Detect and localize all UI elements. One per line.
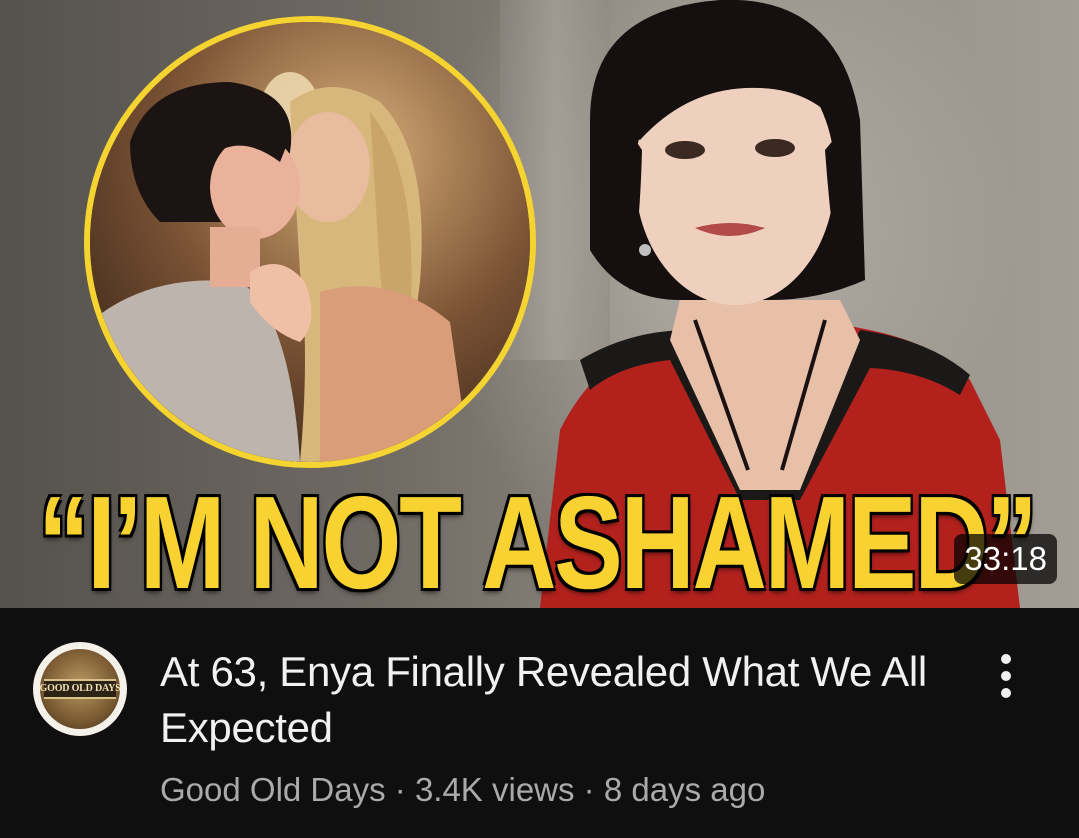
more-options-button[interactable] bbox=[984, 646, 1028, 706]
channel-avatar[interactable]: GOOD OLD DAYS bbox=[33, 642, 127, 736]
video-duration-badge: 33:18 bbox=[954, 534, 1057, 584]
channel-avatar-text: GOOD OLD DAYS bbox=[40, 682, 120, 694]
more-vert-icon bbox=[1001, 654, 1011, 698]
view-count: 3.4K views bbox=[414, 771, 575, 808]
thumbnail-circle-inset bbox=[84, 16, 536, 468]
menu-dot bbox=[1001, 671, 1011, 681]
channel-avatar-logo: GOOD OLD DAYS bbox=[40, 649, 120, 729]
menu-dot bbox=[1001, 688, 1011, 698]
channel-name[interactable]: Good Old Days bbox=[160, 771, 386, 808]
upload-age: 8 days ago bbox=[603, 771, 766, 808]
meta-separator: · bbox=[385, 771, 415, 808]
meta-separator: · bbox=[574, 771, 604, 808]
thumbnail-headline: “I’M NOT ASHAMED” bbox=[38, 469, 1038, 608]
video-info: GOOD OLD DAYS At 63, Enya Finally Reveal… bbox=[0, 608, 1079, 838]
video-title[interactable]: At 63, Enya Finally Revealed What We All… bbox=[160, 644, 960, 756]
video-thumbnail[interactable]: “I’M NOT ASHAMED” 33:18 bbox=[0, 0, 1079, 608]
video-metadata: Good Old Days · 3.4K views · 8 days ago bbox=[160, 770, 765, 810]
inset-illustration bbox=[90, 22, 530, 462]
menu-dot bbox=[1001, 654, 1011, 664]
